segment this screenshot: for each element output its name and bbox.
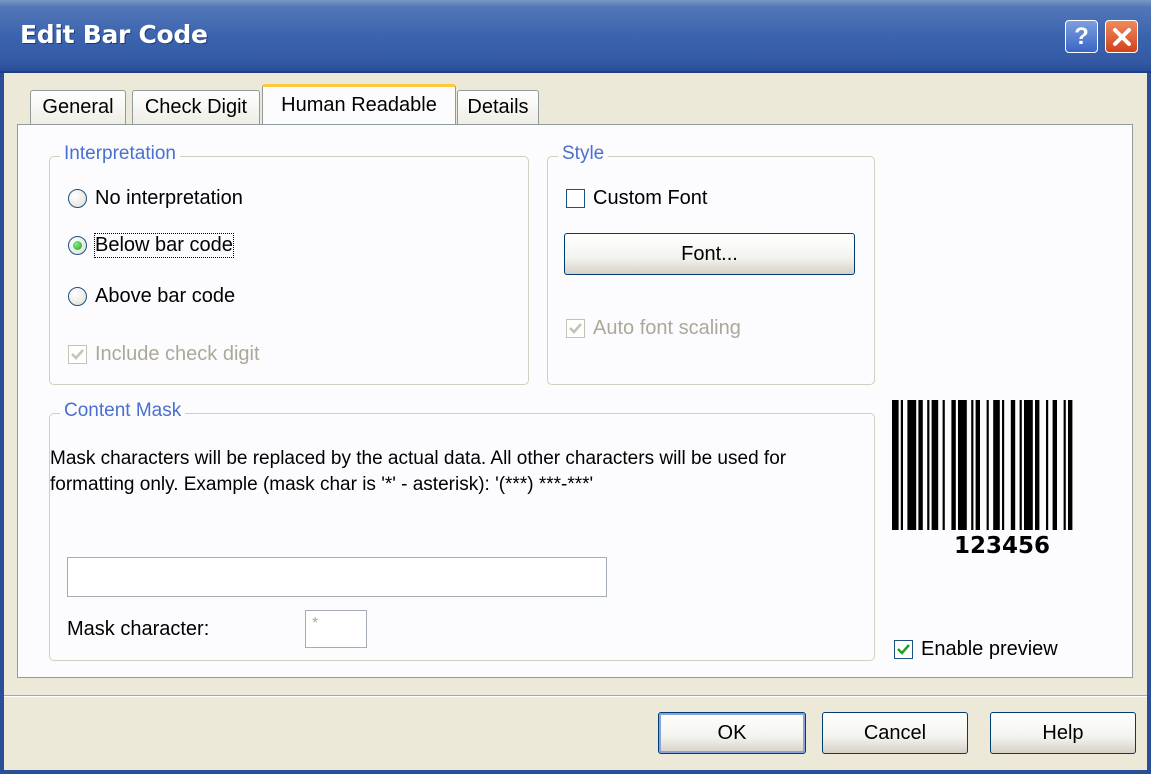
checkmark-icon	[569, 323, 582, 334]
cancel-button[interactable]: Cancel	[822, 712, 968, 754]
window-title: Edit Bar Code	[20, 20, 208, 49]
barcode-bar	[975, 400, 980, 530]
barcode-bar	[900, 400, 903, 530]
enable-preview-checkbox[interactable]: Enable preview	[894, 638, 1058, 661]
barcode-bar	[1063, 400, 1066, 530]
barcode-bar	[958, 400, 967, 530]
title-bar[interactable]: Edit Bar Code ?	[0, 0, 1151, 73]
radio-button-selected[interactable]	[68, 236, 87, 255]
ok-label: OK	[717, 721, 747, 744]
radio-no-interpretation[interactable]: No interpretation	[68, 187, 243, 210]
ok-button[interactable]: OK	[658, 712, 806, 754]
radio-above-bar-code[interactable]: Above bar code	[68, 285, 235, 308]
tab-check-digit[interactable]: Check Digit	[132, 90, 260, 124]
content-mask-description: Mask characters will be replaced by the …	[50, 448, 787, 495]
barcode-bar	[986, 400, 989, 530]
barcode-bar	[931, 400, 939, 530]
mask-character-input[interactable]: *	[305, 610, 367, 648]
include-check-digit-checkbox[interactable]: Include check digit	[68, 343, 260, 366]
radio-button[interactable]	[68, 189, 87, 208]
radio-label: Above bar code	[95, 285, 236, 307]
barcode-bar	[1068, 400, 1073, 530]
checkmark-icon	[897, 644, 910, 655]
barcode-bar	[907, 400, 917, 530]
mask-character-label: Mask character:	[67, 618, 210, 640]
checkbox-label: Include check digit	[95, 343, 260, 365]
font-button-label: Font...	[681, 242, 738, 265]
cancel-label: Cancel	[863, 721, 927, 744]
close-icon	[1112, 27, 1131, 46]
barcode-bar	[971, 400, 974, 530]
barcode-bar	[918, 400, 923, 530]
style-legend: Style	[558, 143, 609, 165]
radio-dot-icon	[73, 241, 82, 250]
barcode-bar	[1035, 400, 1040, 530]
custom-font-checkbox[interactable]: Custom Font	[566, 187, 707, 210]
interpretation-legend: Interpretation	[60, 143, 180, 165]
barcode-bar	[927, 400, 930, 530]
separator	[4, 695, 1147, 697]
barcode-preview	[892, 400, 1073, 530]
barcode-bar	[993, 400, 1000, 530]
tab-general[interactable]: General	[30, 90, 126, 124]
tab-label: Details	[467, 96, 529, 118]
checkbox-label: Auto font scaling	[593, 317, 741, 339]
tab-label: Human Readable	[281, 94, 437, 116]
barcode-bar	[1046, 400, 1049, 530]
barcode-bar	[1052, 400, 1057, 530]
radio-label: Below bar code	[94, 233, 234, 258]
font-button[interactable]: Font...	[564, 233, 855, 275]
checkbox[interactable]	[566, 319, 585, 338]
tab-details[interactable]: Details	[457, 90, 539, 124]
close-button[interactable]	[1105, 20, 1138, 53]
tab-human-readable[interactable]: Human Readable	[262, 84, 456, 124]
radio-button[interactable]	[68, 287, 87, 306]
barcode-bar	[951, 400, 956, 530]
help-label: Help	[1042, 721, 1084, 744]
barcode-bar	[1024, 400, 1033, 530]
content-mask-legend: Content Mask	[60, 400, 186, 422]
mask-input[interactable]	[67, 557, 607, 597]
help-button[interactable]: Help	[990, 712, 1136, 754]
radio-label: No interpretation	[95, 187, 243, 209]
checkbox[interactable]	[894, 640, 913, 659]
checkbox-label: Enable preview	[921, 638, 1058, 660]
auto-font-scaling-checkbox[interactable]: Auto font scaling	[566, 317, 741, 340]
tab-label: Check Digit	[144, 96, 248, 118]
barcode-text: 123456	[953, 533, 1051, 559]
checkbox[interactable]	[68, 345, 87, 364]
barcode-bar	[1010, 400, 1016, 530]
barcode-bar	[892, 400, 899, 530]
radio-below-bar-code[interactable]: Below bar code	[68, 233, 234, 258]
checkbox[interactable]	[566, 189, 585, 208]
help-title-button[interactable]: ?	[1065, 20, 1098, 53]
barcode-bar	[942, 400, 945, 530]
question-icon: ?	[1074, 22, 1089, 50]
checkmark-icon	[71, 349, 84, 360]
checkbox-label: Custom Font	[593, 187, 708, 209]
barcode-bar	[1002, 400, 1005, 530]
tab-label: General	[42, 96, 114, 118]
barcode-bar	[1019, 400, 1022, 530]
